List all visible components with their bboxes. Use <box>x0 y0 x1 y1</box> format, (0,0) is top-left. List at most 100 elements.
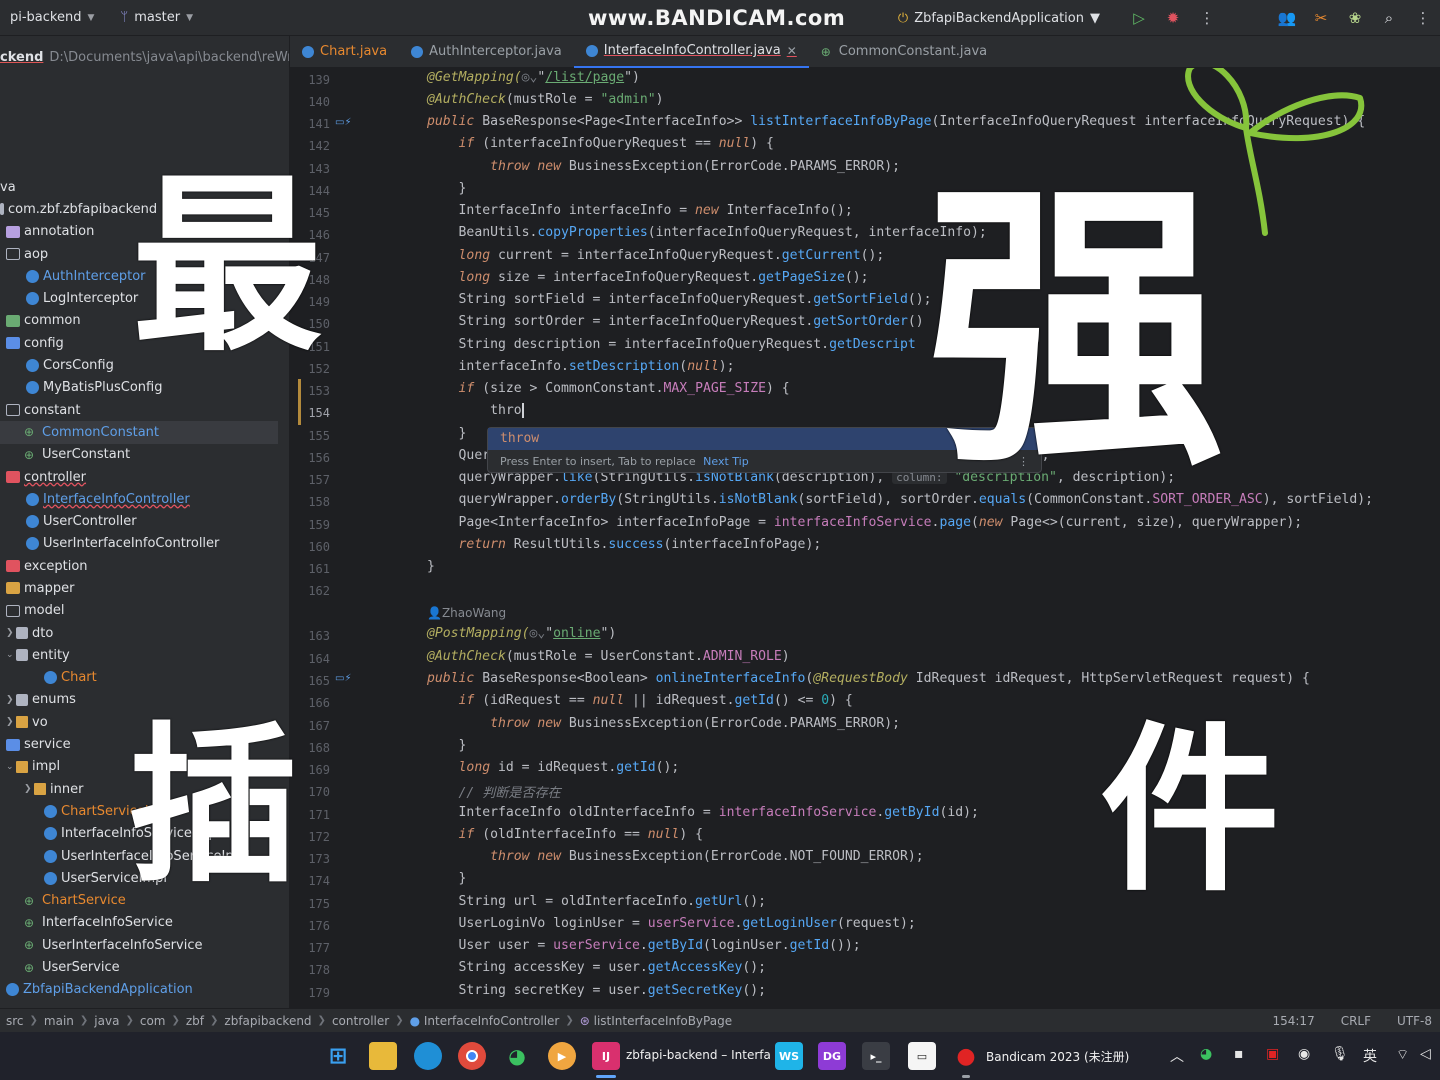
tree-item-userconstant[interactable]: ⊕ UserConstant <box>0 444 289 466</box>
ai-assistant-icon[interactable]: ❀ <box>1338 9 1372 27</box>
datagrip-icon[interactable]: DG <box>818 1042 846 1070</box>
chrome-browser-icon[interactable] <box>458 1042 486 1070</box>
close-icon[interactable]: ✕ <box>787 44 797 58</box>
breadcrumb-src[interactable]: src <box>0 1014 30 1028</box>
interface-icon: ⊕ <box>24 915 35 930</box>
microphone-icon[interactable]: 🎙 <box>1331 1046 1349 1062</box>
input-method-indicator[interactable]: 英 <box>1363 1046 1377 1066</box>
tree-item-usercontroller[interactable]: UserController <box>0 510 289 532</box>
code-line: if (interfaceInfoQueryRequest == null) { <box>458 136 774 151</box>
class-icon <box>302 45 314 58</box>
edge-browser-icon[interactable] <box>414 1042 442 1070</box>
code-line: queryWrapper.orderBy(StringUtils.isNotBl… <box>458 492 1374 507</box>
endpoint-gutter-icon[interactable]: ▭⚡ <box>335 117 351 128</box>
more-vertical-icon[interactable]: ⋮ <box>1190 9 1224 27</box>
run-icon[interactable]: ▷ <box>1122 9 1156 27</box>
tree-item-mybatisplusconfig[interactable]: MyBatisPlusConfig <box>0 377 289 399</box>
tools-icon[interactable]: ✂ <box>1304 9 1338 27</box>
taskbar-active-window-label[interactable]: zbfapi-backend – Interfa <box>626 1048 771 1062</box>
class-icon <box>26 381 39 395</box>
bandicam-icon[interactable]: ● <box>952 1042 980 1070</box>
overlay-char-cha: 插 <box>128 708 299 906</box>
breadcrumb-com[interactable]: com <box>134 1014 172 1028</box>
tree-item-userservice[interactable]: ⊕ UserService <box>0 956 289 978</box>
code-author-hint[interactable]: 👤ZhaoWang <box>427 606 506 620</box>
code-line: UserLoginVo loginUser = userService.getL… <box>458 916 916 931</box>
tab-chart-java[interactable]: Chart.java <box>290 36 399 68</box>
breadcrumb-zbf[interactable]: zbf <box>180 1014 210 1028</box>
branch-selector[interactable]: ᛘ master ▼ <box>110 0 203 36</box>
settings-more-icon[interactable]: ⋮ <box>1406 9 1440 27</box>
wifi-icon[interactable]: ⌔ <box>1396 1046 1409 1064</box>
breadcrumb-class[interactable]: ● InterfaceInfoController <box>404 1014 566 1028</box>
chevron-right-icon[interactable]: ❯ <box>6 695 16 705</box>
breadcrumb-controller[interactable]: controller <box>326 1014 395 1028</box>
package-icon <box>6 337 20 350</box>
code-line: long id = idRequest.getId(); <box>458 760 680 775</box>
package-icon <box>6 314 20 327</box>
wechat-icon[interactable]: ◕ <box>503 1042 531 1070</box>
line-number: 159 <box>308 518 330 532</box>
breadcrumb-main[interactable]: main <box>38 1014 80 1028</box>
tab-interfaceinfocontroller-java[interactable]: InterfaceInfoController.java ✕ <box>573 36 809 68</box>
chevron-right-icon[interactable]: ❯ <box>6 628 16 638</box>
tree-item-model[interactable]: model <box>0 600 289 622</box>
breadcrumb-zbfapibackend[interactable]: zbfapibackend <box>218 1014 317 1028</box>
wechat-tray-icon[interactable]: ◕ <box>1200 1046 1212 1062</box>
run-configuration-selector[interactable]: ⏻ ZbfapiBackendApplication ▼ <box>898 11 1122 26</box>
media-player-icon[interactable]: ▶ <box>548 1042 576 1070</box>
project-root-row[interactable]: ckend D:\Documents\java\api\backend\reWr… <box>0 42 289 72</box>
file-explorer-icon[interactable] <box>369 1042 397 1070</box>
terminal-icon[interactable]: ▸_ <box>862 1042 890 1070</box>
notepad-icon[interactable]: ▭ <box>908 1042 936 1070</box>
chevron-down-icon[interactable]: ⌄ <box>6 650 16 660</box>
tree-item-controller[interactable]: controller <box>0 466 289 488</box>
chevron-up-icon[interactable]: ︿ <box>1170 1046 1184 1066</box>
breadcrumb-method[interactable]: ⊛ listInterfaceInfoByPage <box>574 1014 738 1028</box>
interface-icon: ⊕ <box>24 960 35 975</box>
chevron-right-icon[interactable]: ❯ <box>24 784 34 794</box>
search-icon[interactable]: ⌕ <box>1372 9 1406 27</box>
tree-item-mapper[interactable]: mapper <box>0 577 289 599</box>
line-separator[interactable]: CRLF <box>1341 1014 1371 1028</box>
tree-item-exception[interactable]: exception <box>0 555 289 577</box>
tree-item-dto[interactable]: ❯ dto <box>0 622 289 644</box>
file-encoding[interactable]: UTF-8 <box>1397 1014 1432 1028</box>
code-with-me-icon[interactable]: 👥 <box>1270 9 1304 27</box>
chevron-right-icon[interactable]: ❯ <box>6 717 16 727</box>
line-number: 179 <box>308 986 330 1000</box>
debug-icon[interactable]: ✹ <box>1156 9 1190 27</box>
app-tray-icon-red[interactable]: ▣ <box>1266 1046 1279 1062</box>
app-tray-icon[interactable]: ▪ <box>1234 1046 1244 1062</box>
bandicam-window-label[interactable]: Bandicam 2023 (未注册) <box>986 1048 1129 1065</box>
tree-item-userinterfaceinfoservice[interactable]: ⊕ UserInterfaceInfoService <box>0 934 289 956</box>
caret-position[interactable]: 154:17 <box>1272 1014 1314 1028</box>
tree-item-commonconstant[interactable]: ⊕ CommonConstant <box>0 421 278 444</box>
intellij-idea-icon[interactable]: IJ <box>592 1042 620 1070</box>
tree-item-entity[interactable]: ⌄ entity <box>0 644 289 666</box>
tree-item-userinterfaceinfocontroller[interactable]: UserInterfaceInfoController <box>0 533 289 555</box>
record-tray-icon[interactable]: ◉ <box>1298 1046 1310 1062</box>
breadcrumb-java[interactable]: java <box>88 1014 125 1028</box>
tree-item-application[interactable]: ZbfapiBackendApplication <box>0 979 289 1001</box>
overlay-char-qiang: 强 <box>925 155 1225 504</box>
code-line: @AuthCheck(mustRole = UserConstant.ADMIN… <box>427 649 790 664</box>
code-line: String sortOrder = interfaceInfoQueryReq… <box>458 314 924 329</box>
volume-icon[interactable]: ◁ <box>1420 1046 1431 1062</box>
tree-item-constant[interactable]: constant <box>0 399 289 421</box>
project-selector[interactable]: pi-backend ▼ <box>0 0 104 36</box>
tab-authinterceptor-java[interactable]: AuthInterceptor.java <box>399 36 574 68</box>
tree-item-interfaceinfocontroller[interactable]: InterfaceInfoController <box>0 488 289 510</box>
tree-item-interfaceinfoservice[interactable]: ⊕ InterfaceInfoService <box>0 912 289 934</box>
tree-item-chart[interactable]: Chart <box>0 667 289 689</box>
next-tip-link[interactable]: Next Tip <box>703 455 749 468</box>
interface-icon: ⊕ <box>24 938 35 953</box>
code-line: } <box>427 181 467 196</box>
webstorm-icon[interactable]: WS <box>775 1042 803 1070</box>
code-line-current[interactable]: thro <box>427 403 524 418</box>
endpoint-gutter-icon[interactable]: ▭⚡ <box>335 673 351 684</box>
code-line: } <box>427 559 435 574</box>
windows-start-icon[interactable]: ⊞ <box>324 1042 352 1070</box>
tab-commonconstant-java[interactable]: ⊕ CommonConstant.java <box>809 36 999 68</box>
chevron-down-icon[interactable]: ⌄ <box>6 762 16 772</box>
